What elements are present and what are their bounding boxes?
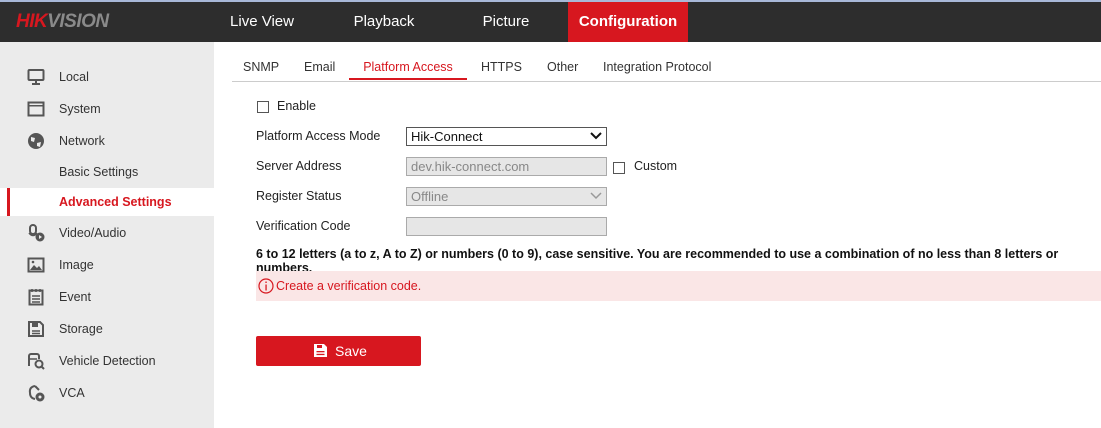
chevron-down-icon [590, 192, 602, 200]
tab-https[interactable]: HTTPS [481, 56, 522, 81]
server-address-label: Server Address [256, 159, 342, 173]
event-icon [28, 289, 44, 306]
chevron-down-icon [590, 132, 602, 140]
nav-playback[interactable]: Playback [324, 2, 444, 42]
sidebar-item-storage[interactable]: Storage [0, 315, 214, 343]
mic-play-icon [28, 224, 45, 242]
custom-checkbox[interactable] [613, 162, 625, 174]
sidebar-item-image[interactable]: Image [0, 251, 214, 279]
window-icon [27, 101, 45, 117]
enable-label: Enable [277, 99, 316, 113]
hikvision-logo: HIKVISION [16, 11, 109, 32]
platform-access-mode-select[interactable]: Hik-Connect [406, 127, 607, 146]
save-icon [314, 344, 327, 357]
vca-icon [28, 385, 45, 402]
tab-integration-protocol[interactable]: Integration Protocol [603, 56, 711, 81]
config-tabs: SNMP Email Platform Access HTTPS Other I… [232, 56, 1101, 82]
register-status-label: Register Status [256, 189, 342, 203]
tab-email[interactable]: Email [304, 56, 335, 81]
image-icon [27, 257, 45, 273]
platform-access-mode-label: Platform Access Mode [256, 129, 381, 143]
vehicle-search-icon [28, 353, 45, 370]
server-address-input[interactable]: dev.hik-connect.com [406, 157, 607, 176]
globe-icon [28, 133, 44, 149]
tab-other[interactable]: Other [547, 56, 578, 81]
sidebar-item-basic-settings[interactable]: Basic Settings [0, 158, 214, 186]
sidebar-item-network[interactable]: Network [0, 127, 214, 155]
sidebar-item-advanced-settings[interactable]: Advanced Settings [0, 188, 214, 216]
custom-label: Custom [634, 159, 678, 173]
sidebar-item-local[interactable]: Local [0, 63, 214, 91]
sidebar-item-event[interactable]: Event [0, 283, 214, 311]
monitor-icon [27, 69, 45, 85]
info-circle-icon [258, 278, 274, 294]
enable-checkbox[interactable] [257, 101, 269, 113]
sidebar-item-video-audio[interactable]: Video/Audio [0, 219, 214, 247]
nav-picture[interactable]: Picture [446, 2, 566, 42]
save-button[interactable]: Save [256, 336, 421, 366]
sidebar: Local System Network Basic Settings Adva… [0, 42, 214, 428]
sidebar-item-system[interactable]: System [0, 95, 214, 123]
tab-platform-access[interactable]: Platform Access [349, 56, 467, 80]
sidebar-item-vca[interactable]: VCA [0, 379, 214, 407]
register-status-select[interactable]: Offline [406, 187, 607, 206]
top-header: HIKVISION Live View Playback Picture Con… [0, 2, 1101, 42]
error-message: Create a verification code. [256, 271, 1101, 301]
tab-snmp[interactable]: SNMP [243, 56, 279, 81]
nav-live-view[interactable]: Live View [202, 2, 322, 42]
floppy-icon [28, 321, 44, 337]
sidebar-item-vehicle-detection[interactable]: Vehicle Detection [0, 347, 214, 375]
verification-code-label: Verification Code [256, 219, 351, 233]
verification-code-input[interactable] [406, 217, 607, 236]
nav-configuration[interactable]: Configuration [568, 2, 688, 42]
